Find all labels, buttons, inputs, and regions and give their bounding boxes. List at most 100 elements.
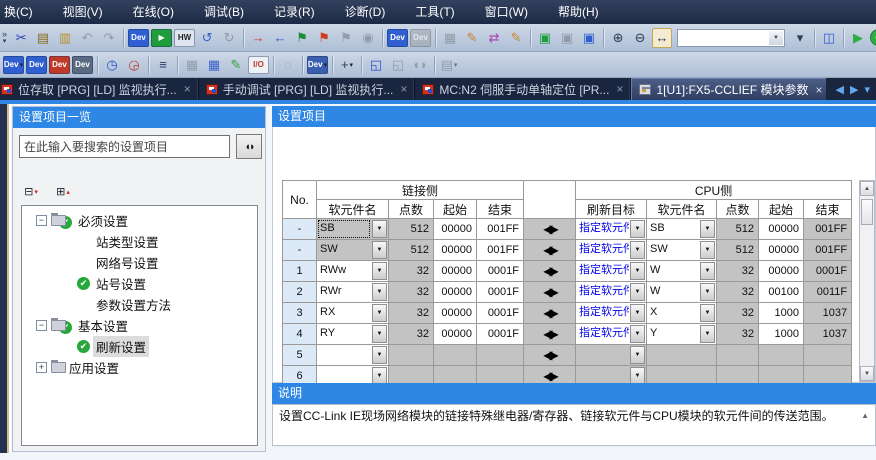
link-device-select[interactable]: SB▼ (317, 219, 389, 240)
tree-item[interactable]: +应用设置 (22, 357, 257, 378)
screen-undo-icon[interactable]: ↺ (197, 28, 217, 48)
tree-item[interactable]: −网络号设置 (22, 252, 257, 273)
scroll-track[interactable] (860, 225, 874, 366)
zoom-out-icon[interactable]: ⊖ (630, 28, 650, 48)
toolbar-grip-icon[interactable] (2, 30, 7, 45)
collapse-all-button[interactable]: ⊟▾ (19, 183, 43, 200)
cpu-start-cell[interactable] (759, 345, 804, 366)
menu-item[interactable]: 帮助(H) (543, 0, 614, 24)
cut-icon[interactable]: ✂ (11, 28, 31, 48)
link-device-select[interactable]: RX▼ (317, 303, 389, 324)
cpu-start-cell[interactable]: 00000 (759, 240, 804, 261)
menu-item[interactable]: 记录(R) (259, 0, 330, 24)
write-to-plc-icon[interactable]: → (248, 28, 268, 48)
comment-batch-icon[interactable]: ✎ (506, 28, 526, 48)
fit-width-icon[interactable]: ↔ (652, 28, 672, 48)
refresh-target-select[interactable]: ▼ (576, 345, 647, 366)
refresh-target-select[interactable]: 指定软元件▼ (576, 240, 647, 261)
clock-setting-icon[interactable]: ◷ (102, 55, 122, 75)
search-button[interactable]: ◖◗ (236, 134, 262, 159)
paste-icon[interactable]: ▥ (55, 28, 75, 48)
refresh-target-select[interactable]: 指定软元件▼ (576, 282, 647, 303)
scroll-down-icon[interactable]: ▼ (860, 366, 874, 381)
link-start-cell[interactable] (434, 345, 477, 366)
device-search-icon[interactable]: Dev (128, 29, 149, 47)
link-start-cell[interactable]: 00000 (434, 261, 477, 282)
window-search-icon[interactable]: ◱ (366, 55, 386, 75)
chevron-down-icon[interactable]: ▼ (630, 241, 645, 259)
chevron-down-icon[interactable]: ▼ (372, 220, 387, 238)
chevron-down-icon[interactable]: ▼ (630, 283, 645, 301)
device-batch-monitor-icon[interactable]: Dev (26, 56, 47, 74)
cpu-device-select[interactable]: SB▼ (647, 219, 717, 240)
docked-panel-strip[interactable] (0, 104, 9, 453)
tree-item[interactable]: −✔刷新设置 (22, 336, 257, 357)
tree-item[interactable]: −✔站号设置 (22, 273, 257, 294)
description-scroll-up-icon[interactable]: ▲ (861, 411, 869, 420)
refresh-target-select[interactable]: 指定软元件▼ (576, 261, 647, 282)
refresh-target-select[interactable]: 指定软元件▼ (576, 219, 647, 240)
element-list-icon[interactable]: ≡ (153, 55, 173, 75)
tab-scroll-left-icon[interactable]: ◀ (836, 83, 844, 96)
tree-item[interactable]: −站类型设置 (22, 231, 257, 252)
chevron-down-icon[interactable]: ▼ (769, 31, 783, 45)
chevron-down-icon[interactable]: ▼ (700, 304, 715, 322)
link-start-cell[interactable]: 00000 (434, 324, 477, 345)
chevron-down-icon[interactable]: ▼ (700, 241, 715, 259)
close-icon[interactable]: × (616, 84, 623, 94)
read-from-plc-icon[interactable]: ← (270, 28, 290, 48)
probe-zoom-icon[interactable]: +▾ (337, 55, 357, 75)
menu-item[interactable]: 换(C) (0, 0, 48, 24)
chevron-down-icon[interactable]: ▼ (372, 241, 387, 259)
refresh-target-select[interactable]: 指定软元件▼ (576, 303, 647, 324)
step-exchange-icon[interactable]: ⇄ (484, 28, 504, 48)
verify-monitor-icon[interactable]: ⚑ (292, 28, 312, 48)
menu-item[interactable]: 诊断(D) (330, 0, 401, 24)
clock-check-icon[interactable]: ◶ (124, 55, 144, 75)
device-replace-icon[interactable]: Dev (49, 56, 70, 74)
table-scrollbar[interactable]: ▲ ▼ (859, 180, 875, 382)
chevron-down-icon[interactable]: ▼ (372, 283, 387, 301)
tree-item[interactable]: −✔必须设置 (22, 210, 257, 231)
link-start-cell[interactable]: 00000 (434, 282, 477, 303)
cpu-device-select[interactable]: W▼ (647, 282, 717, 303)
copy-icon[interactable]: ▤ (33, 28, 53, 48)
refresh-target-select[interactable]: 指定软元件▼ (576, 324, 647, 345)
link-device-select[interactable]: RWw▼ (317, 261, 389, 282)
scroll-thumb[interactable] (861, 199, 873, 225)
menu-item[interactable]: 窗口(W) (470, 0, 543, 24)
io-check-icon[interactable]: I/O (248, 56, 269, 74)
device-off-icon[interactable]: Dev (72, 56, 93, 74)
device-write-icon[interactable]: Dev (387, 29, 408, 47)
hw-search-icon[interactable]: HW (174, 29, 195, 47)
link-device-select[interactable]: ▼ (317, 345, 389, 366)
chevron-down-icon[interactable]: ▼ (700, 325, 715, 343)
stop-monitor-icon[interactable]: ⚑ (314, 28, 334, 48)
tab[interactable]: 手动调试 [PRG] [LD] 监视执行...× (199, 78, 416, 100)
device-view-icon[interactable]: Dev▾ (307, 56, 328, 74)
cpu-device-select[interactable]: W▼ (647, 261, 717, 282)
chevron-down-icon[interactable]: ▼ (630, 346, 645, 364)
zoom-in-icon[interactable]: ⊕ (608, 28, 628, 48)
close-icon[interactable]: × (400, 84, 407, 94)
monitor-start-icon[interactable]: ▣ (535, 28, 555, 48)
cpu-start-cell[interactable]: 00000 (759, 219, 804, 240)
expander-icon[interactable]: − (36, 215, 47, 226)
close-icon[interactable]: × (815, 85, 822, 95)
cpu-device-select[interactable]: X▼ (647, 303, 717, 324)
tree-item[interactable]: −参数设置方法 (22, 294, 257, 315)
connection-test-icon[interactable]: ◫ (819, 28, 839, 48)
chevron-down-icon[interactable]: ▼ (630, 304, 645, 322)
menu-item[interactable]: 工具(T) (400, 0, 469, 24)
link-device-select[interactable]: RWr▼ (317, 282, 389, 303)
toolbar-options-icon[interactable]: ▾ (790, 28, 810, 48)
close-icon[interactable]: × (184, 84, 191, 94)
tab[interactable]: 1[U1]:FX5-CCLIEF 模块参数× (631, 78, 825, 100)
tree-item[interactable]: −✔基本设置 (22, 315, 257, 336)
device-display-icon[interactable]: Dev▾ (3, 56, 24, 74)
cpu-start-cell[interactable]: 00000 (759, 261, 804, 282)
cpu-device-select[interactable]: SW▼ (647, 240, 717, 261)
cpu-start-cell[interactable]: 1000 (759, 303, 804, 324)
chevron-down-icon[interactable]: ▼ (630, 325, 645, 343)
watch-window-icon[interactable]: ▣ (579, 28, 599, 48)
